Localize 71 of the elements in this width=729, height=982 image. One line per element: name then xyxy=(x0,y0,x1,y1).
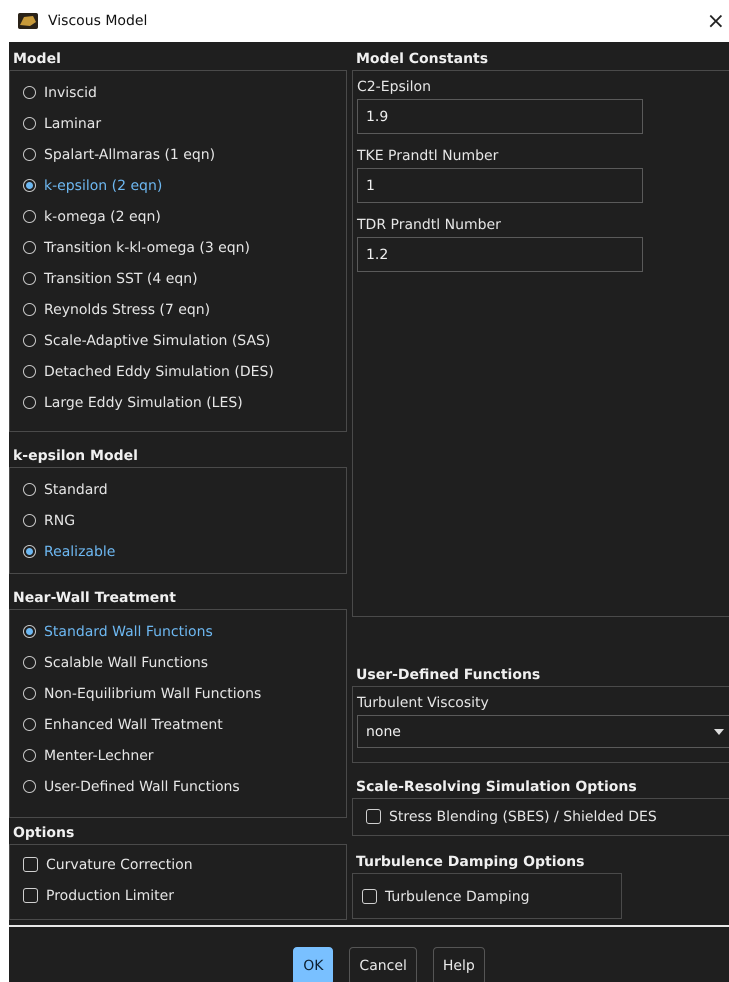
radio-option[interactable]: Menter-Lechner xyxy=(23,740,346,771)
radio-button[interactable] xyxy=(23,656,36,669)
radio-button[interactable] xyxy=(23,514,36,527)
dialog-button[interactable]: Cancel xyxy=(349,947,417,982)
radio-button[interactable] xyxy=(23,625,36,638)
radio-button[interactable] xyxy=(23,396,36,409)
radio-option[interactable]: Standard xyxy=(23,474,346,505)
field-label: TKE Prandtl Number xyxy=(356,147,500,166)
radio-option[interactable]: Large Eddy Simulation (LES) xyxy=(23,387,346,418)
radio-option[interactable]: k-epsilon (2 eqn) xyxy=(23,170,346,201)
radio-button[interactable] xyxy=(23,780,36,793)
close-button[interactable]: × xyxy=(706,8,729,34)
radio-button[interactable] xyxy=(23,687,36,700)
field-label: Turbulent Viscosity xyxy=(356,694,490,713)
number-field[interactable]: 1 xyxy=(357,168,643,203)
radio-button[interactable] xyxy=(23,334,36,347)
checkbox[interactable] xyxy=(366,809,381,824)
checkbox-option[interactable]: Production Limiter xyxy=(23,880,346,911)
ok-button[interactable]: OK xyxy=(293,947,334,982)
radio-button[interactable] xyxy=(23,117,36,130)
field-label: TDR Prandtl Number xyxy=(356,216,502,235)
radio-button[interactable] xyxy=(23,483,36,496)
section-title: Model Constants xyxy=(355,50,490,69)
radio-button[interactable] xyxy=(23,179,36,192)
dropdown[interactable]: none xyxy=(357,715,729,748)
radio-option[interactable]: Realizable xyxy=(23,536,346,567)
radio-button[interactable] xyxy=(23,272,36,285)
radio-option[interactable]: RNG xyxy=(23,505,346,536)
section-title: Scale-Resolving Simulation Options xyxy=(355,778,638,797)
window-title: Viscous Model xyxy=(48,13,148,29)
radio-button[interactable] xyxy=(23,749,36,762)
caret-icon xyxy=(714,728,724,734)
radio-option[interactable]: User-Defined Wall Functions xyxy=(23,771,346,802)
checkbox[interactable] xyxy=(362,889,377,904)
section-title: Near-Wall Treatment xyxy=(12,589,177,608)
number-field[interactable]: 1.2 xyxy=(357,237,643,272)
checkbox-option[interactable]: Stress Blending (SBES) / Shielded DES xyxy=(366,801,729,832)
radio-option[interactable]: Spalart-Allmaras (1 eqn) xyxy=(23,139,346,170)
radio-option[interactable]: Non-Equilibrium Wall Functions xyxy=(23,678,346,709)
section-title: User-Defined Functions xyxy=(355,666,542,685)
section-title: k-epsilon Model xyxy=(12,447,139,466)
radio-option[interactable]: Laminar xyxy=(23,108,346,139)
radio-option[interactable]: Transition k-kl-omega (3 eqn) xyxy=(23,232,346,263)
checkbox[interactable] xyxy=(23,857,38,872)
number-field[interactable]: 1.9 xyxy=(357,99,643,134)
radio-button[interactable] xyxy=(23,365,36,378)
radio-button[interactable] xyxy=(23,86,36,99)
radio-button[interactable] xyxy=(23,241,36,254)
section-title: Model xyxy=(12,50,62,69)
radio-option[interactable]: Transition SST (4 eqn) xyxy=(23,263,346,294)
radio-option[interactable]: Inviscid xyxy=(23,77,346,108)
field-label: C2-Epsilon xyxy=(356,78,432,97)
app-icon xyxy=(18,13,38,29)
radio-option[interactable]: k-omega (2 eqn) xyxy=(23,201,346,232)
radio-button[interactable] xyxy=(23,303,36,316)
section-title: Options xyxy=(12,824,76,843)
radio-option[interactable]: Detached Eddy Simulation (DES) xyxy=(23,356,346,387)
radio-option[interactable]: Enhanced Wall Treatment xyxy=(23,709,346,740)
radio-button[interactable] xyxy=(23,210,36,223)
checkbox[interactable] xyxy=(23,888,38,903)
radio-option[interactable]: Reynolds Stress (7 eqn) xyxy=(23,294,346,325)
radio-button[interactable] xyxy=(23,718,36,731)
checkbox-option[interactable]: Curvature Correction xyxy=(23,849,346,880)
radio-option[interactable]: Standard Wall Functions xyxy=(23,616,346,647)
radio-option[interactable]: Scale-Adaptive Simulation (SAS) xyxy=(23,325,346,356)
section-title: Turbulence Damping Options xyxy=(355,853,586,872)
checkbox-option[interactable]: Turbulence Damping xyxy=(362,881,621,912)
radio-option[interactable]: Scalable Wall Functions xyxy=(23,647,346,678)
dialog-button[interactable]: Help xyxy=(432,947,485,982)
radio-button[interactable] xyxy=(23,148,36,161)
radio-button[interactable] xyxy=(23,545,36,558)
